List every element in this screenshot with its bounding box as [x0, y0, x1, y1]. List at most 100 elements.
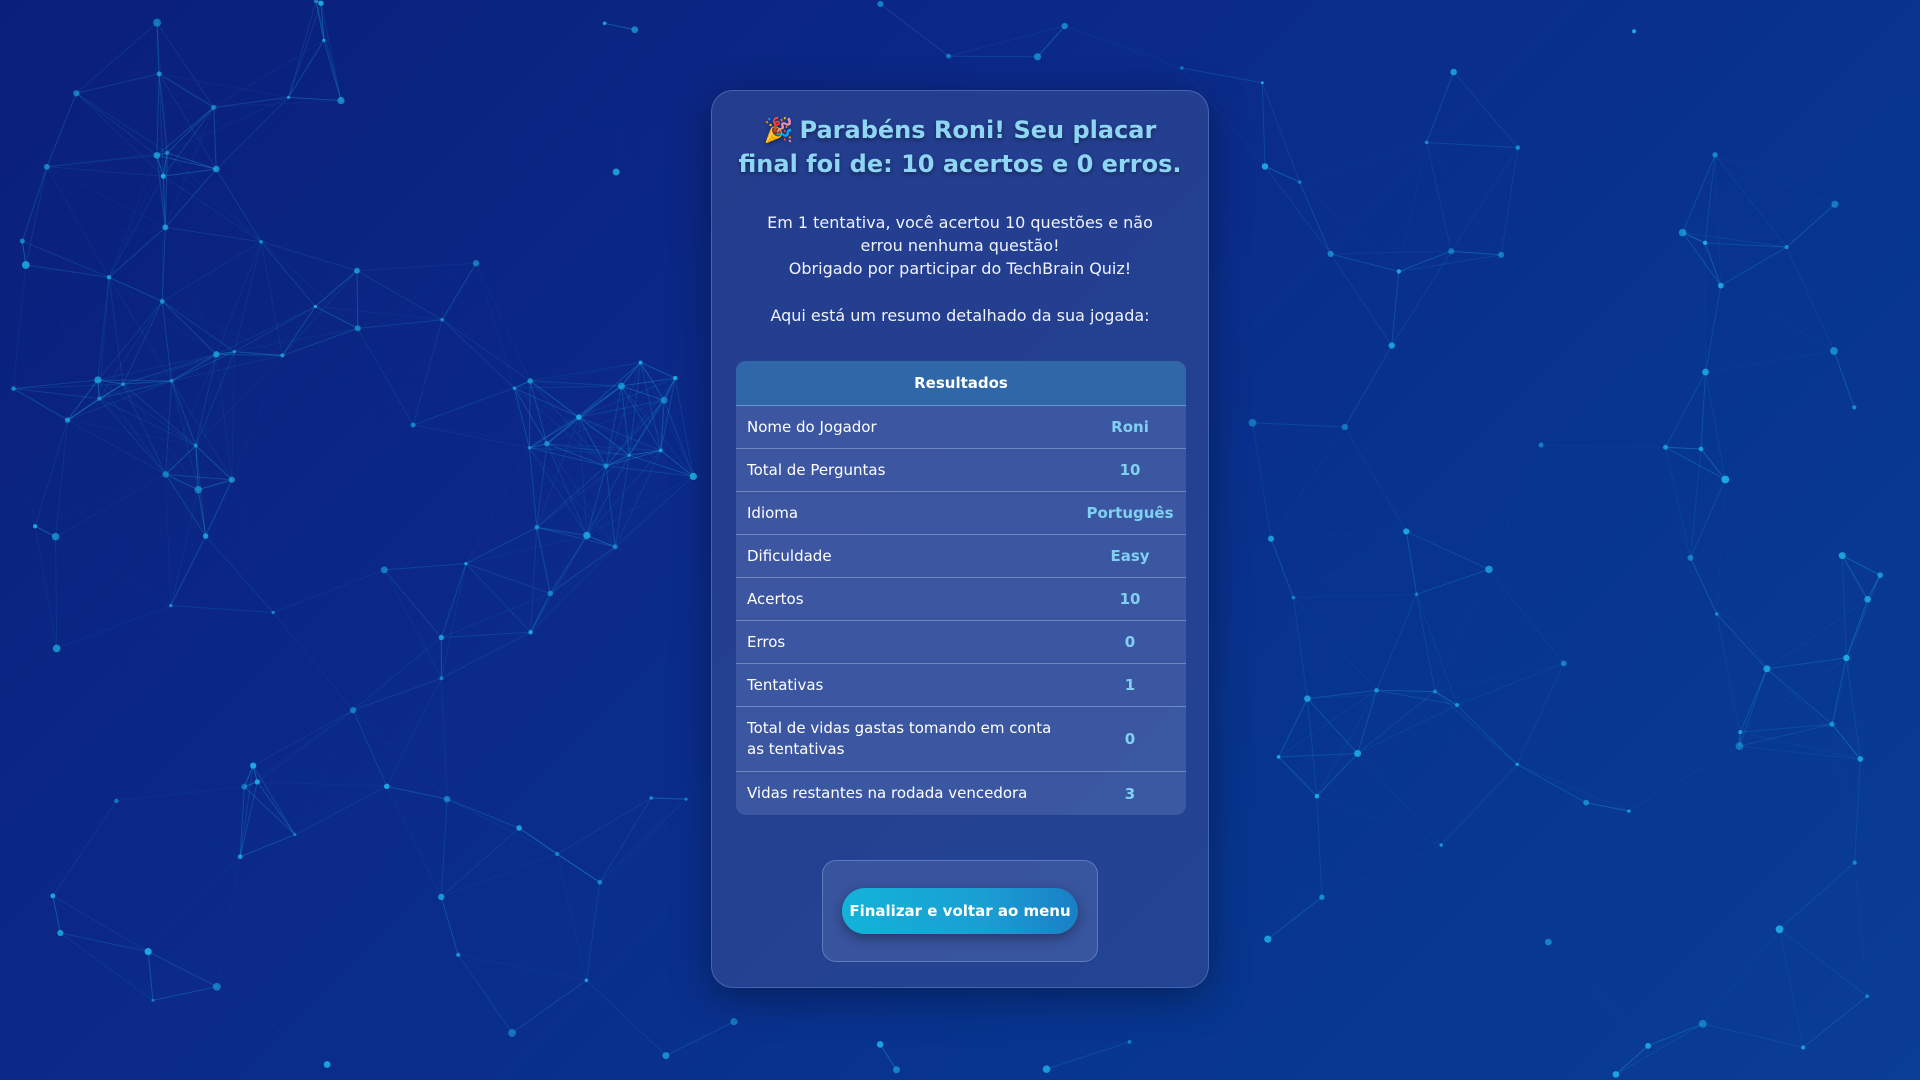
network-line	[1391, 271, 1400, 346]
network-line	[53, 896, 153, 1000]
network-line	[353, 570, 384, 710]
network-line	[457, 954, 513, 1034]
network-line	[549, 535, 588, 594]
row-label: Total de Perguntas	[747, 460, 886, 479]
network-line	[530, 361, 641, 382]
network-line	[629, 454, 694, 477]
network-node	[202, 533, 209, 539]
network-line	[1322, 754, 1358, 898]
row-value: 0	[1124, 730, 1136, 748]
network-line	[1270, 426, 1346, 540]
network-line	[1802, 995, 1868, 1048]
network-line	[518, 797, 652, 829]
network-node	[1717, 282, 1724, 289]
table-row: Idioma Português	[736, 492, 1186, 535]
network-line	[511, 979, 587, 1034]
network-line	[1307, 698, 1358, 754]
network-node	[162, 224, 169, 231]
network-line	[1716, 613, 1740, 747]
network-line	[256, 781, 296, 835]
network-line	[1548, 942, 1616, 1074]
network-line	[108, 175, 164, 278]
row-label: Total de vidas gastas tomando em conta a…	[747, 719, 1052, 758]
network-line	[1705, 371, 1726, 480]
network-line	[244, 709, 354, 788]
network-line	[1541, 444, 1666, 448]
table-row: Erros 0	[736, 621, 1186, 664]
network-line	[170, 489, 199, 606]
network-node	[689, 472, 697, 481]
network-line	[446, 798, 520, 829]
network-line	[1426, 141, 1518, 149]
network-node	[440, 317, 445, 322]
network-line	[294, 709, 354, 835]
network-line	[383, 569, 442, 638]
network-node	[516, 825, 522, 831]
network-line	[1665, 447, 1691, 559]
network-line	[232, 480, 273, 613]
network-line	[1725, 480, 1842, 556]
network-node	[1498, 251, 1505, 258]
network-line	[441, 593, 551, 679]
network-line	[556, 853, 587, 981]
network-line	[162, 175, 262, 243]
network-node	[349, 706, 357, 714]
network-node	[547, 590, 554, 597]
network-line	[1434, 569, 1490, 692]
network-line	[546, 443, 616, 548]
network-node	[232, 349, 237, 354]
row-label: Tentativas	[747, 675, 824, 694]
network-line	[1426, 142, 1452, 252]
network-line	[288, 96, 342, 102]
network-line	[1306, 698, 1318, 797]
network-line	[1271, 530, 1407, 540]
network-line	[384, 425, 413, 570]
network-line	[35, 474, 166, 526]
table-row: Total de vidas gastas tomando em conta a…	[736, 707, 1186, 772]
network-line	[216, 306, 316, 355]
network-line	[605, 23, 617, 172]
network-node	[1702, 240, 1708, 246]
table-row: Acertos 10	[736, 578, 1186, 621]
network-line	[1628, 745, 1740, 812]
row-label: Dificuldade	[747, 546, 832, 565]
network-line	[13, 388, 100, 400]
network-node	[313, 304, 317, 309]
network-line	[253, 765, 387, 787]
network-node	[1775, 925, 1784, 934]
network-line	[1628, 731, 1741, 812]
network-line	[60, 801, 116, 933]
network-line	[1647, 1023, 1703, 1047]
network-line	[75, 92, 164, 177]
result-message: Em 1 tentativa, você acertou 10 questões…	[744, 211, 1176, 280]
network-node	[1179, 66, 1184, 70]
network-node	[1702, 368, 1709, 376]
network-line	[215, 241, 262, 355]
network-line	[1321, 844, 1442, 898]
network-node	[1042, 1065, 1051, 1073]
result-message-line1: Em 1 tentativa, você acertou 10 questões…	[767, 213, 1153, 255]
table-row: Vidas restantes na rodada vencedora 3	[736, 772, 1186, 815]
network-node	[1852, 860, 1857, 865]
network-node	[1838, 552, 1846, 560]
network-line	[170, 535, 207, 606]
network-line	[67, 398, 100, 421]
network-line	[1779, 862, 1856, 930]
network-line	[1299, 141, 1427, 183]
network-node	[211, 104, 217, 110]
network-line	[1316, 795, 1442, 846]
network-line	[213, 100, 342, 108]
network-line	[546, 443, 588, 536]
network-node	[1631, 29, 1637, 34]
network-node	[153, 18, 162, 27]
network-line	[46, 166, 166, 228]
network-line	[1251, 422, 1272, 539]
network-node	[1714, 612, 1719, 616]
network-line	[465, 563, 551, 594]
network-line	[1441, 705, 1457, 845]
network-node	[1864, 596, 1871, 603]
network-line	[1833, 350, 1855, 408]
finish-button[interactable]: Finalizar e voltar ao menu	[842, 888, 1078, 934]
network-line	[214, 3, 321, 107]
network-line	[288, 3, 322, 98]
